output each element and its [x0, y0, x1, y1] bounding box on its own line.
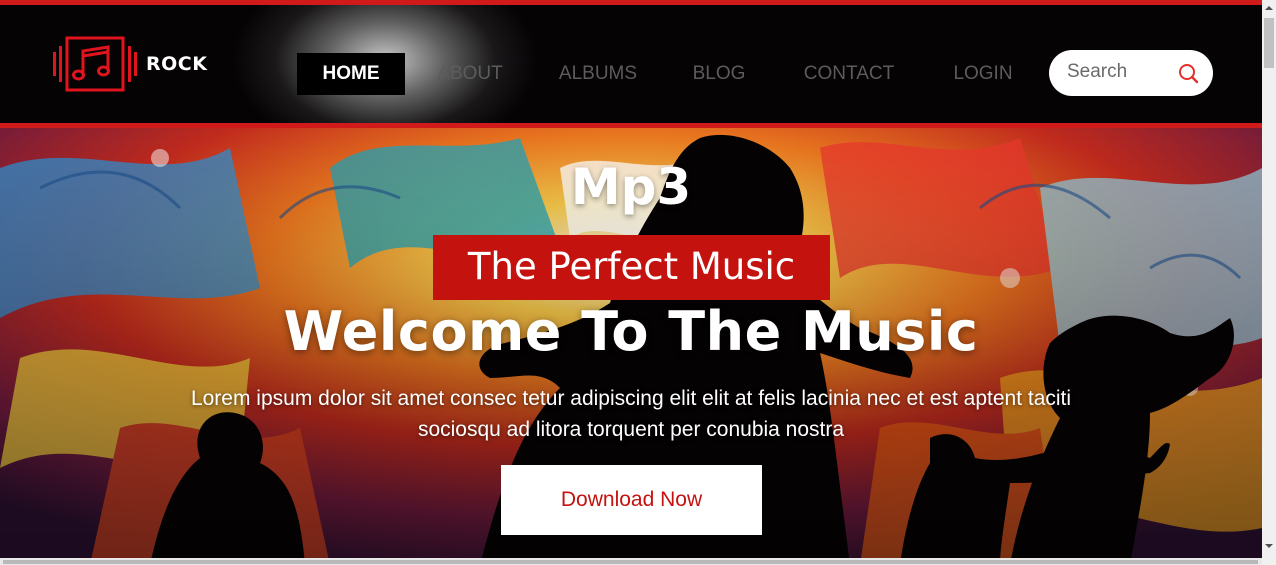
- nav-item-contact[interactable]: CONTACT: [791, 53, 907, 95]
- nav-item-login[interactable]: LOGIN: [943, 53, 1023, 95]
- hero-section: Mp3 The Perfect Music Welcome To The Mus…: [0, 128, 1262, 565]
- nav-item-blog[interactable]: BLOG: [683, 53, 755, 95]
- download-now-button[interactable]: Download Now: [501, 465, 762, 535]
- scroll-up-arrow-icon[interactable]: [1262, 0, 1276, 14]
- search-icon[interactable]: [1177, 62, 1201, 86]
- hero-badge: The Perfect Music: [433, 235, 830, 300]
- hero-kicker: Mp3: [570, 158, 692, 216]
- hero-description: Lorem ipsum dolor sit amet consec tetur …: [190, 387, 1072, 441]
- scroll-down-arrow-icon[interactable]: [1262, 538, 1276, 552]
- horizontal-scroll-thumb[interactable]: [3, 560, 1258, 564]
- nav-item-home[interactable]: HOME: [297, 53, 405, 95]
- nav-item-albums[interactable]: ALBUMS: [548, 53, 648, 95]
- hero-content: Mp3 The Perfect Music Welcome To The Mus…: [0, 128, 1262, 565]
- hero-title: Welcome To The Music: [283, 300, 979, 363]
- music-note-icon: [53, 36, 137, 92]
- site-header: ROCK HOME ABOUT ALBUMS BLOG CONTACT LOGI…: [0, 0, 1262, 128]
- page: ROCK HOME ABOUT ALBUMS BLOG CONTACT LOGI…: [0, 0, 1262, 565]
- search-input[interactable]: [1067, 58, 1177, 86]
- vertical-scroll-thumb[interactable]: [1264, 18, 1274, 68]
- brand-name: ROCK: [146, 53, 208, 75]
- nav-item-about[interactable]: ABOUT: [422, 53, 518, 95]
- brand-logo[interactable]: ROCK: [53, 35, 207, 93]
- vertical-scrollbar[interactable]: [1262, 0, 1276, 565]
- search-box: [1049, 50, 1213, 96]
